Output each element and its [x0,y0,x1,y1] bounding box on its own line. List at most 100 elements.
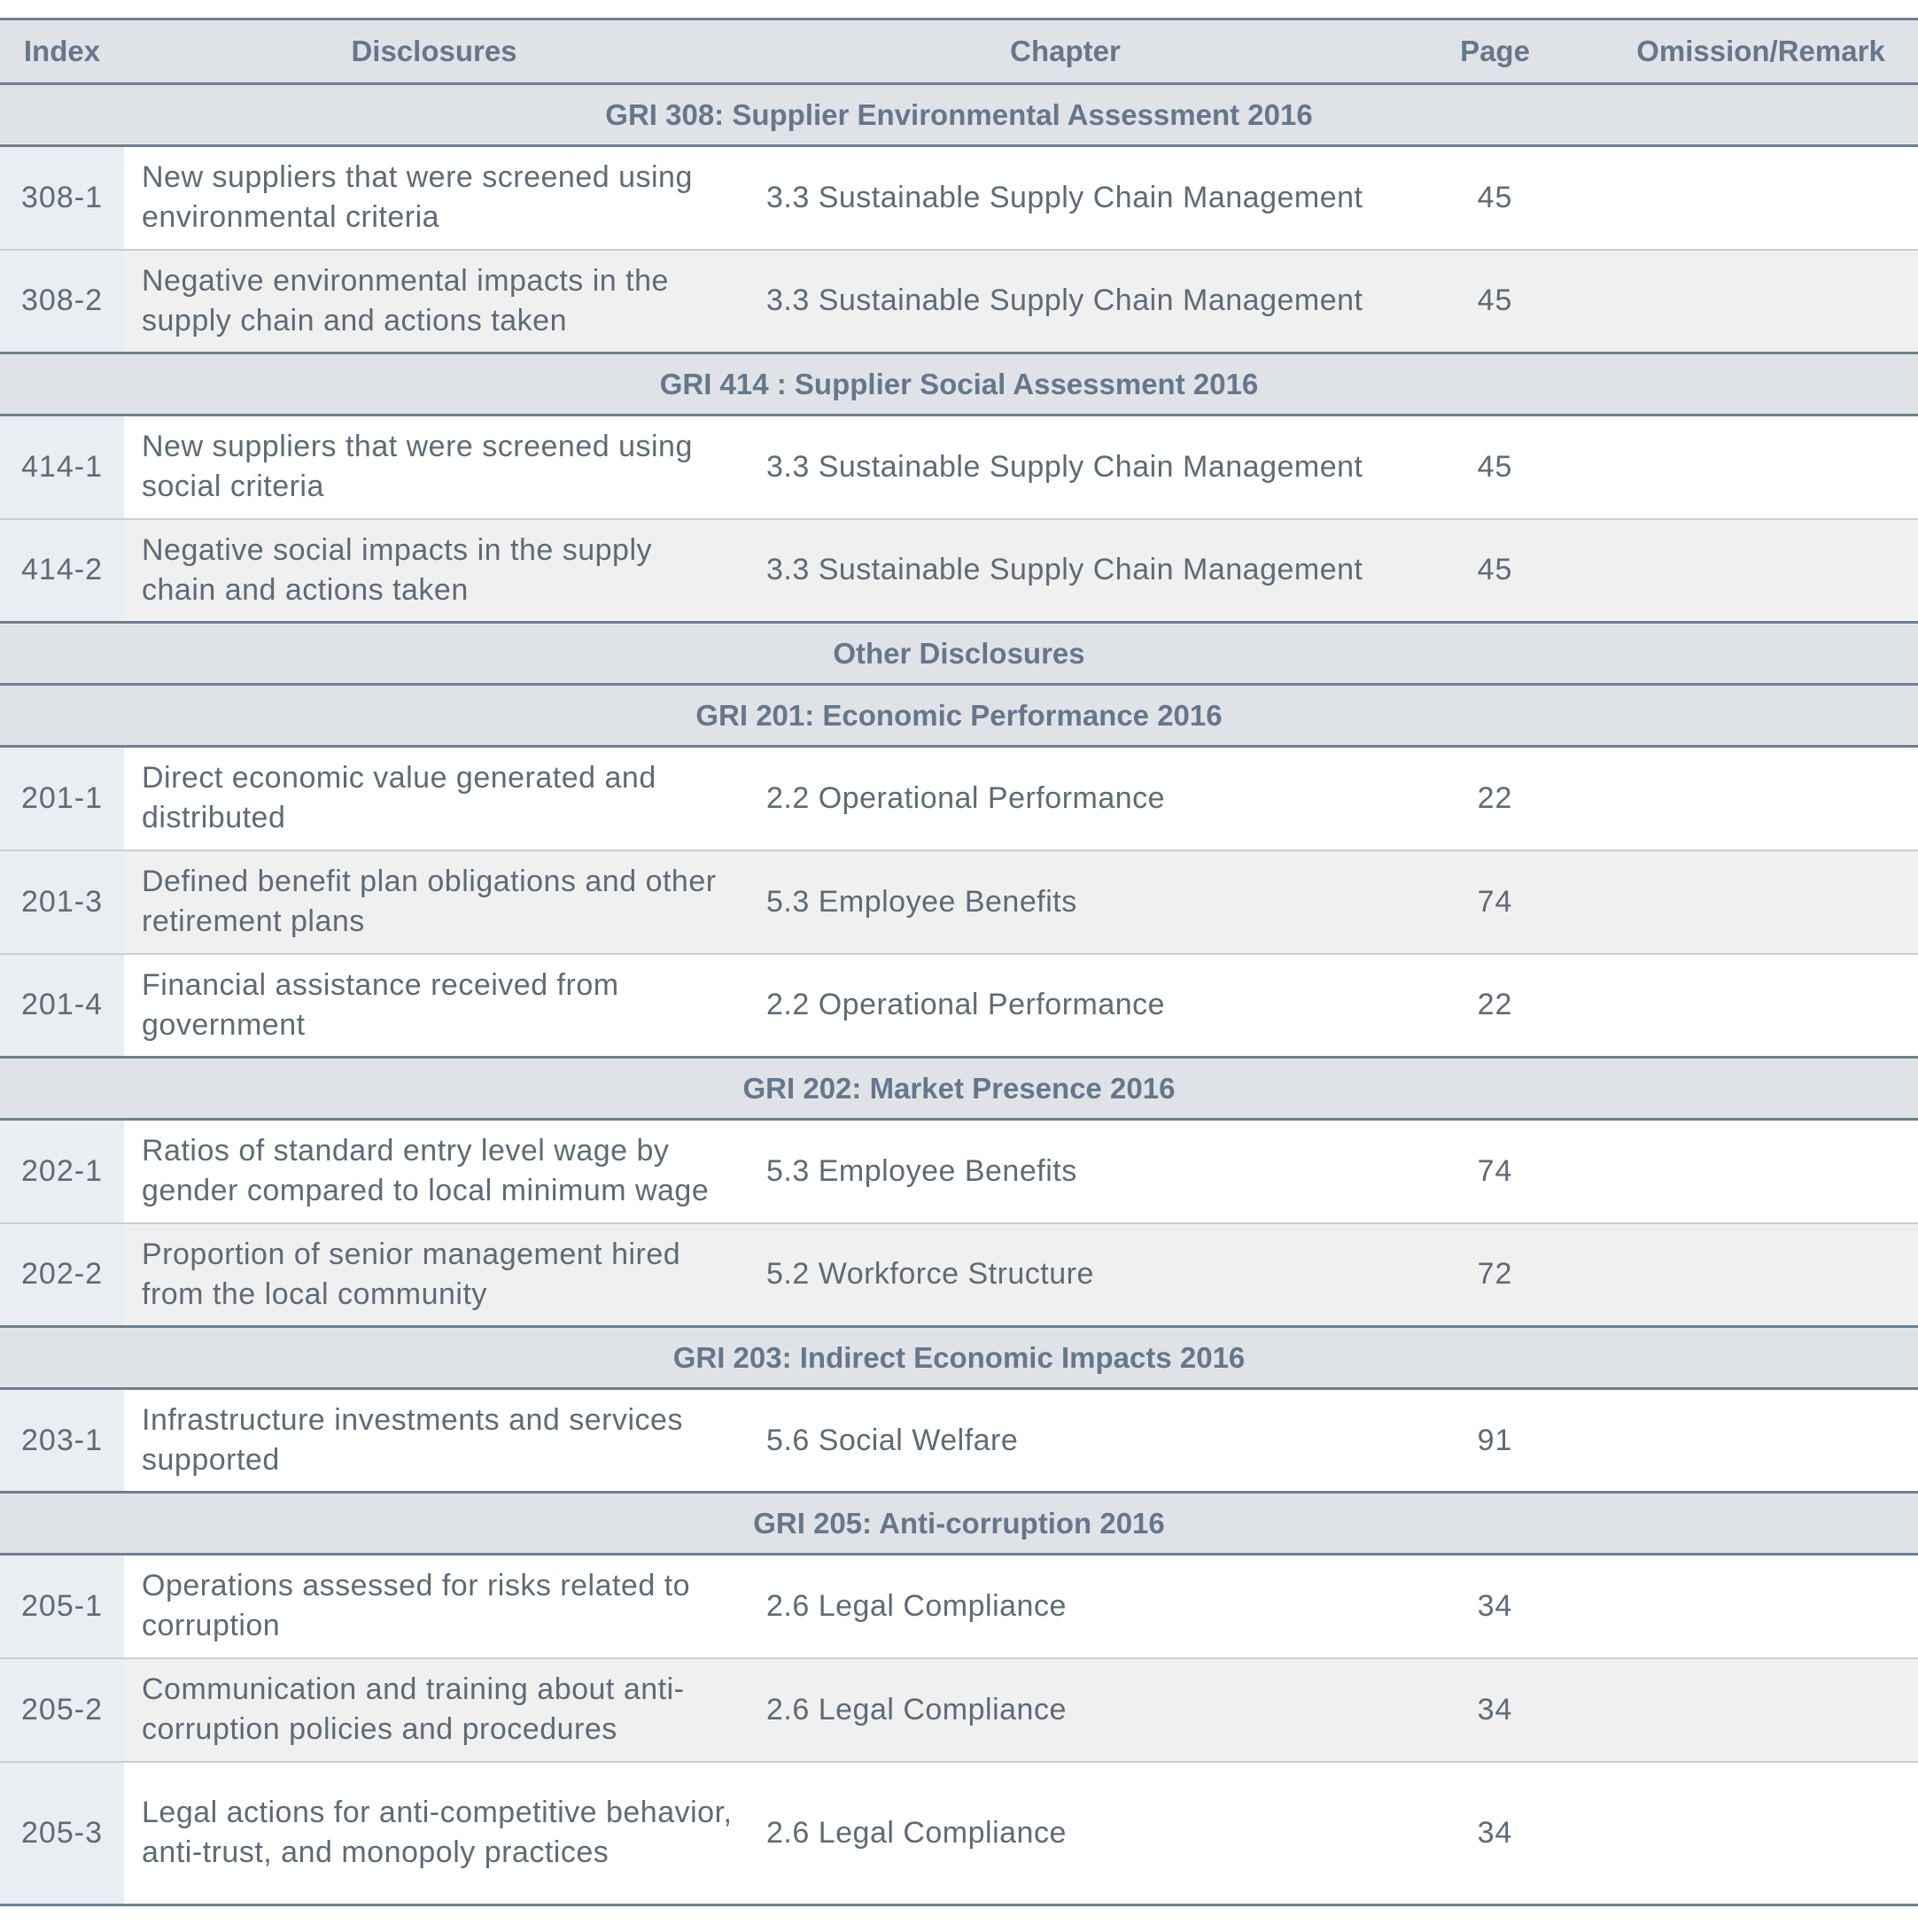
index-cell: 308-2 [0,249,124,354]
page-cell: 45 [1386,145,1604,251]
table-row: 308-1 New suppliers that were screened us… [0,145,1918,251]
remark-cell [1604,953,1918,1059]
section-title: GRI 202: Market Presence 2016 [0,1056,1918,1121]
page-cell: 22 [1386,953,1604,1059]
section-header-row: GRI 203: Indirect Economic Impacts 2016 [0,1325,1918,1390]
remark-cell [1604,518,1918,624]
disclosure-cell: Negative environmental impacts in the su… [124,249,744,354]
section-header-row: GRI 202: Market Presence 2016 [0,1056,1918,1121]
page-cell: 91 [1386,1388,1604,1494]
index-cell: 203-1 [0,1388,124,1494]
index-cell: 201-4 [0,953,124,1059]
chapter-cell: 2.2 Operational Performance [744,746,1386,851]
chapter-cell: 2.6 Legal Compliance [744,1554,1386,1659]
chapter-cell: 2.6 Legal Compliance [744,1657,1386,1763]
table-row: 205-3 Legal actions for anti-competitive … [0,1761,1918,1906]
page-cell: 74 [1386,850,1604,955]
section-title: GRI 203: Indirect Economic Impacts 2016 [0,1325,1918,1390]
remark-cell [1604,1554,1918,1659]
remark-cell [1604,1119,1918,1224]
disclosure-cell: Negative social impacts in the supply ch… [124,518,744,624]
section-title: GRI 205: Anti-corruption 2016 [0,1491,1918,1556]
index-cell: 414-1 [0,415,124,520]
table-row: 202-2 Proportion of senior management hir… [0,1222,1918,1328]
remark-cell [1604,1222,1918,1328]
index-cell: 202-1 [0,1119,124,1224]
section-header-row: GRI 201: Economic Performance 2016 [0,683,1918,748]
section-title: GRI 201: Economic Performance 2016 [0,683,1918,748]
remark-cell [1604,145,1918,251]
chapter-cell: 2.6 Legal Compliance [744,1761,1386,1906]
chapter-cell: 3.3 Sustainable Supply Chain Management [744,249,1386,354]
table-header: Index Disclosures Chapter Page Omission/… [0,18,1918,85]
gri-content-index-table: Index Disclosures Chapter Page Omission/… [0,18,1918,1906]
remark-cell [1604,1761,1918,1906]
chapter-cell: 5.2 Workforce Structure [744,1222,1386,1328]
section-header-row: GRI 414 : Supplier Social Assessment 201… [0,352,1918,416]
index-cell: 205-2 [0,1657,124,1763]
table-row: 202-1 Ratios of standard entry level wage… [0,1119,1918,1224]
disclosure-cell: New suppliers that were screened using s… [124,415,744,520]
remark-cell [1604,1657,1918,1763]
chapter-cell: 5.6 Social Welfare [744,1388,1386,1494]
chapter-cell: 5.3 Employee Benefits [744,1119,1386,1224]
remark-cell [1604,415,1918,520]
disclosure-cell: Financial assistance received from gover… [124,953,744,1059]
chapter-cell: 3.3 Sustainable Supply Chain Management [744,518,1386,624]
section-header-row: Other Disclosures [0,621,1918,686]
remark-cell [1604,850,1918,955]
chapter-cell: 5.3 Employee Benefits [744,850,1386,955]
disclosure-cell: Communication and training about anti-co… [124,1657,744,1763]
table-row: 205-2 Communication and training about an… [0,1657,1918,1763]
index-cell: 308-1 [0,145,124,251]
section-header-row: GRI 205: Anti-corruption 2016 [0,1491,1918,1556]
gri-index-page: Index Disclosures Chapter Page Omission/… [0,0,1918,1932]
table-row: 201-4 Financial assistance received from … [0,953,1918,1059]
index-cell: 205-1 [0,1554,124,1659]
disclosure-cell: Infrastructure investments and services … [124,1388,744,1494]
header-omission-remark: Omission/Remark [1604,18,1918,85]
index-cell: 205-3 [0,1761,124,1906]
table-row: 308-2 Negative environmental impacts in t… [0,249,1918,354]
disclosure-cell: Direct economic value generated and dist… [124,746,744,851]
page-cell: 45 [1386,518,1604,624]
section-header-row: GRI 308: Supplier Environmental Assessme… [0,82,1918,147]
remark-cell [1604,1388,1918,1494]
page-cell: 34 [1386,1554,1604,1659]
section-title: GRI 308: Supplier Environmental Assessme… [0,82,1918,147]
section-title: Other Disclosures [0,621,1918,686]
table-row: 414-1 New suppliers that were screened us… [0,415,1918,520]
header-row: Index Disclosures Chapter Page Omission/… [0,18,1918,85]
index-cell: 414-2 [0,518,124,624]
table-row: 201-1 Direct economic value generated and… [0,746,1918,851]
page-cell: 45 [1386,415,1604,520]
table-body: GRI 308: Supplier Environmental Assessme… [0,82,1918,1906]
header-page: Page [1386,18,1604,85]
table-row: 203-1 Infrastructure investments and serv… [0,1388,1918,1494]
chapter-cell: 2.2 Operational Performance [744,953,1386,1059]
page-cell: 34 [1386,1761,1604,1906]
header-index: Index [0,18,124,85]
chapter-cell: 3.3 Sustainable Supply Chain Management [744,145,1386,251]
index-cell: 201-1 [0,746,124,851]
disclosure-cell: Operations assessed for risks related to… [124,1554,744,1659]
disclosure-cell: Ratios of standard entry level wage by g… [124,1119,744,1224]
page-cell: 45 [1386,249,1604,354]
disclosure-cell: Legal actions for anti-competitive behav… [124,1761,744,1906]
page-cell: 34 [1386,1657,1604,1763]
table-row: 201-3 Defined benefit plan obligations an… [0,850,1918,955]
remark-cell [1604,746,1918,851]
disclosure-cell: Defined benefit plan obligations and oth… [124,850,744,955]
page-cell: 72 [1386,1222,1604,1328]
section-title: GRI 414 : Supplier Social Assessment 201… [0,352,1918,416]
page-cell: 74 [1386,1119,1604,1224]
index-cell: 202-2 [0,1222,124,1328]
disclosure-cell: New suppliers that were screened using e… [124,145,744,251]
page-cell: 22 [1386,746,1604,851]
chapter-cell: 3.3 Sustainable Supply Chain Management [744,415,1386,520]
header-disclosures: Disclosures [124,18,744,85]
index-cell: 201-3 [0,850,124,955]
table-row: 414-2 Negative social impacts in the supp… [0,518,1918,624]
disclosure-cell: Proportion of senior management hired fr… [124,1222,744,1328]
table-row: 205-1 Operations assessed for risks relat… [0,1554,1918,1659]
